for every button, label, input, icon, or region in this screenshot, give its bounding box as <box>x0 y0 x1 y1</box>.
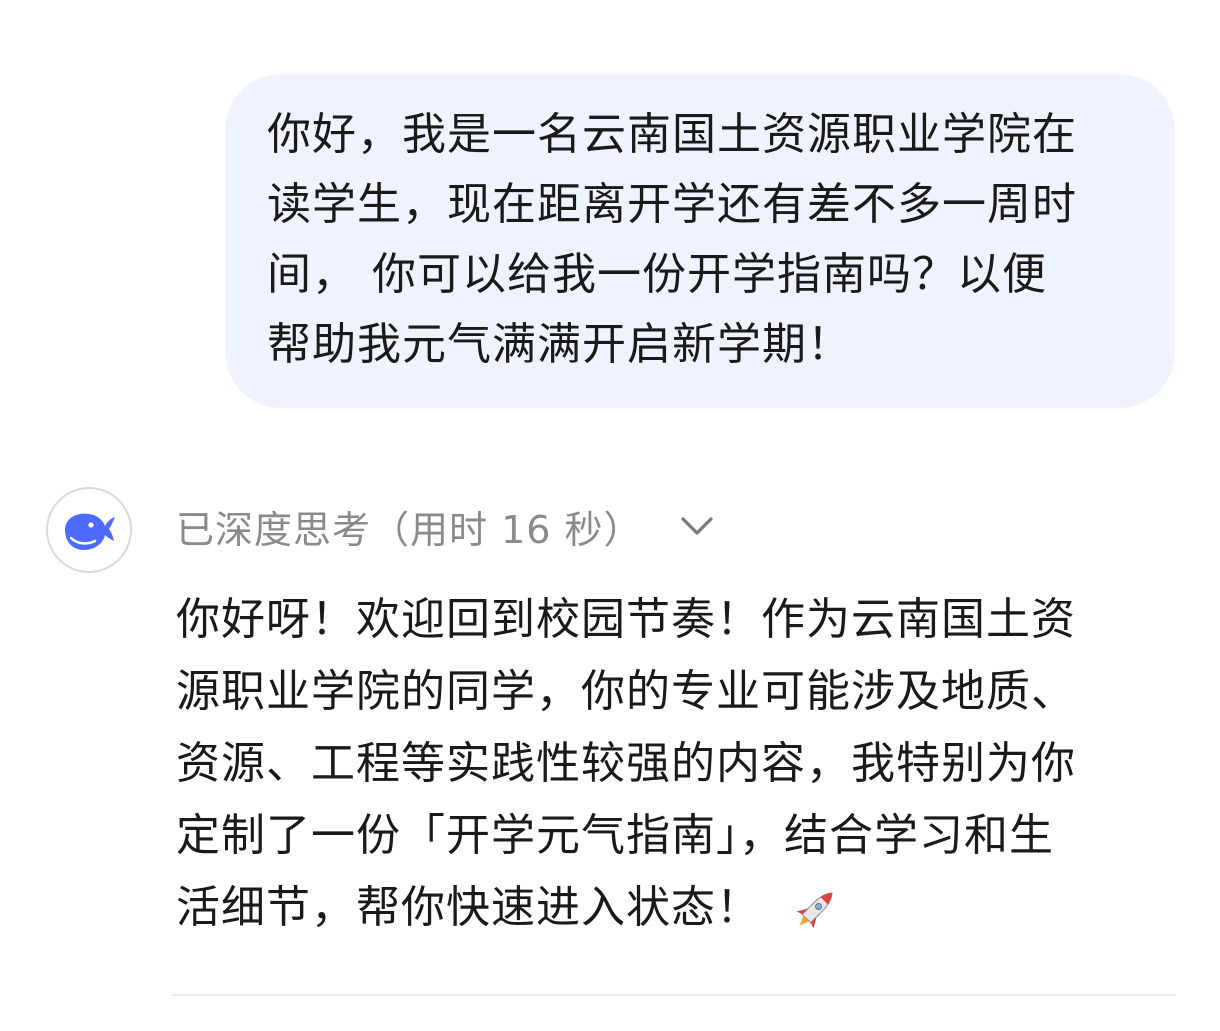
user-message-line: 读学生，现在距离开学还有差不多一周时 <box>267 179 1077 230</box>
thinking-toggle[interactable]: 已深度思考（用时 16 秒） <box>176 496 715 556</box>
user-message-bubble[interactable]: 你好，我是一名云南国土资源职业学院在 读学生，现在距离开学还有差不多一周时 间，… <box>225 74 1175 408</box>
divider <box>172 994 1176 996</box>
user-message-text: 你好，我是一名云南国土资源职业学院在 读学生，现在距离开学还有差不多一周时 间，… <box>267 100 1141 380</box>
thinking-status-label: 已深度思考（用时 16 秒） <box>176 507 643 552</box>
reply-line: 活细节，帮你快速进入状态！ <box>176 882 761 933</box>
user-message-line: 帮助我元气满满开启新学期！ <box>267 319 852 370</box>
assistant-avatar <box>46 487 132 573</box>
reply-line: 源职业学院的同学，你的专业可能涉及地质、 <box>176 666 1076 717</box>
chevron-down-icon[interactable] <box>679 508 715 544</box>
assistant-reply-text: 你好呀！欢迎回到校园节奏！作为云南国土资 源职业学院的同学，你的专业可能涉及地质… <box>176 584 1176 944</box>
reply-line: 你好呀！欢迎回到校园节奏！作为云南国土资 <box>176 594 1076 645</box>
reply-line: 定制了一份「开学元气指南」，结合学习和生 <box>176 810 1054 861</box>
rocket-icon <box>789 884 841 936</box>
user-message-line: 你好，我是一名云南国土资源职业学院在 <box>267 109 1077 160</box>
reply-line: 资源、工程等实践性较强的内容，我特别为你 <box>176 738 1076 789</box>
user-message-line: 间， 你可以给我一份开学指南吗？以便 <box>267 249 1047 300</box>
deepseek-whale-icon <box>65 513 115 550</box>
